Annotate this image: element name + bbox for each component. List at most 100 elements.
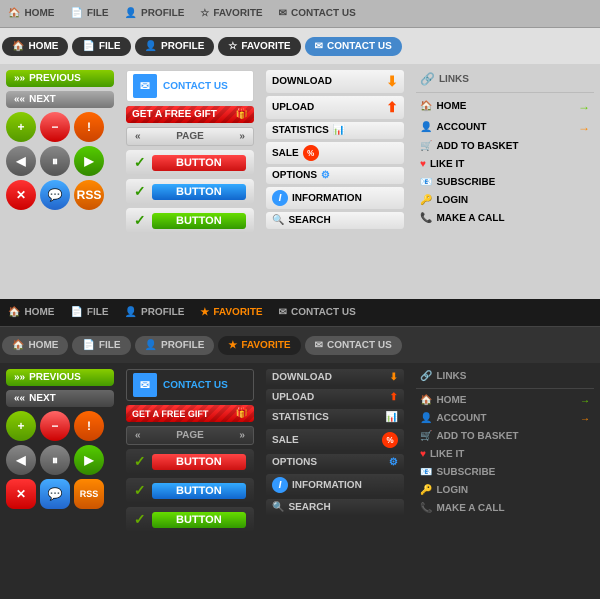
dark-search-row[interactable]: 🔍 SEARCH [266,499,404,516]
dark-next-button[interactable]: «« NEXT [6,390,114,407]
dark-previous-button[interactable]: »» PREVIOUS [6,369,114,386]
arrow-icon: → [578,120,590,134]
chevron-left-icon: « [135,430,141,441]
subscribe-row[interactable]: 📧 SUBSCRIBE [416,175,594,190]
previous-button[interactable]: »» PREVIOUS [6,70,114,87]
dark-button-green[interactable]: ✓ BUTTON [126,507,254,532]
close-button[interactable]: ✕ [6,180,36,210]
dark-close-button[interactable]: ✕ [6,479,36,509]
chat-button[interactable]: 💬 [40,180,70,210]
home-row[interactable]: 🏠 HOME → [416,97,594,115]
contact-us-button-top[interactable]: ✉ CONTACT US [126,70,254,102]
dark-upload-row[interactable]: UPLOAD ⬆ [266,389,404,406]
dark-call-row[interactable]: 📞 MAKE A CALL [416,501,594,516]
pill-profile[interactable]: 👤 PROFILE [135,37,215,56]
arrow-icon: → [580,395,590,406]
options-row[interactable]: OPTIONS ⚙ [266,167,404,184]
pill-contact[interactable]: ✉ CONTACT US [305,37,402,56]
free-gift-button[interactable]: GET A FREE GIFT 🎁 [126,106,254,123]
dark-button-red[interactable]: ✓ BUTTON [126,449,254,474]
dark-separator [416,388,594,389]
call-row[interactable]: 📞 MAKE A CALL [416,211,594,226]
nav1-profile[interactable]: 👤 PROFILE [117,8,193,19]
check-icon: ✓ [134,154,146,171]
minus-button[interactable]: − [40,112,70,142]
play-button[interactable]: ▶ [74,146,104,176]
pill-favorite[interactable]: ☆ FAVORITE [218,37,300,56]
rss-button[interactable]: RSS [74,180,104,210]
gear-icon: ⚙ [389,457,398,468]
button-check-green[interactable]: ✓ BUTTON [126,208,254,233]
dark-play-button[interactable]: ▶ [74,445,104,475]
statistics-row[interactable]: STATISTICS 📊 [266,122,404,139]
dark-contact-button[interactable]: ✉ CONTACT US [126,369,254,401]
dark-info-row[interactable]: i INFORMATION [266,474,404,496]
dark-sale-row[interactable]: SALE % [266,429,404,451]
basket-row[interactable]: 🛒 ADD TO BASKET [416,139,594,154]
button-check-red[interactable]: ✓ BUTTON [126,150,254,175]
nav3-favorite[interactable]: ★ FAVORITE [192,307,270,318]
dark-home-row[interactable]: 🏠 HOME → [416,393,594,408]
pill-home[interactable]: 🏠 HOME [2,37,68,56]
dark-pill-home[interactable]: 🏠 HOME [2,336,68,355]
account-icon: 👤 [420,122,432,133]
nav-bar-4: 🏠 HOME 📄 FILE 👤 PROFILE ★ FAVORITE ✉ CON… [0,327,600,363]
like-row[interactable]: ♥ LIKE IT [416,157,594,172]
dark-account-row[interactable]: 👤 ACCOUNT → [416,411,594,426]
dark-button-blue[interactable]: ✓ BUTTON [126,478,254,503]
nav1-home[interactable]: 🏠 HOME [0,8,62,19]
nav1-contact[interactable]: ✉ CONTACT US [271,8,364,19]
dark-page-nav[interactable]: « PAGE » [126,426,254,445]
dark-back-button[interactable]: ◀ [6,445,36,475]
alert-button[interactable]: ! [74,112,104,142]
dark-login-row[interactable]: 🔑 LOGIN [416,483,594,498]
dark-gift-button[interactable]: GET A FREE GIFT 🎁 [126,405,254,422]
dark-download-row[interactable]: DOWNLOAD ⬇ [266,369,404,386]
information-row[interactable]: i INFORMATION [266,187,404,209]
nav3-file[interactable]: 📄 FILE [62,307,116,318]
add-button[interactable]: + [6,112,36,142]
account-row[interactable]: 👤 ACCOUNT → [416,118,594,136]
dark-chat-button[interactable]: 💬 [40,479,70,509]
pill-file[interactable]: 📄 FILE [72,37,130,56]
dark-basket-row[interactable]: 🛒 ADD TO BASKET [416,429,594,444]
dark-pill-favorite[interactable]: ★ FAVORITE [218,336,300,355]
dark-options-row[interactable]: OPTIONS ⚙ [266,454,404,471]
nav1-file[interactable]: 📄 FILE [62,8,116,19]
dark-right-column: 🔗 LINKS 🏠 HOME → 👤 ACCOUNT → 🛒 ADD TO BA… [410,363,600,599]
dark-like-row[interactable]: ♥ LIKE IT [416,447,594,462]
dark-links-row[interactable]: 🔗 LINKS [416,369,594,384]
links-row[interactable]: 🔗 LINKS [416,70,594,88]
dark-minus-button[interactable]: − [40,411,70,441]
login-row[interactable]: 🔑 LOGIN [416,193,594,208]
dark-rss-button[interactable]: RSS [74,479,104,509]
bottom-section: 🏠 HOME 📄 FILE 👤 PROFILE ★ FAVORITE ✉ CON… [0,299,600,599]
search-icon: 🔍 [272,502,284,513]
nav3-home[interactable]: 🏠 HOME [0,307,62,318]
dark-alert-button[interactable]: ! [74,411,104,441]
page-nav-button[interactable]: « PAGE » [126,127,254,146]
next-button[interactable]: «« NEXT [6,91,114,108]
nav3-contact[interactable]: ✉ CONTACT US [271,307,364,318]
dark-pause-button[interactable]: ⏸ [40,445,70,475]
dark-pill-profile[interactable]: 👤 PROFILE [135,336,215,355]
stats-icon: 📊 [386,412,398,423]
nav1-favorite[interactable]: ☆ FAVORITE [192,8,270,19]
dark-stats-row[interactable]: STATISTICS 📊 [266,409,404,426]
star-icon: ☆ [228,41,237,52]
upload-row[interactable]: UPLOAD ⬆ [266,96,404,119]
pause-button[interactable]: ⏸ [40,146,70,176]
dark-add-button[interactable]: + [6,411,36,441]
heart-icon: ♥ [420,159,426,170]
nav3-profile[interactable]: 👤 PROFILE [117,307,193,318]
back-button[interactable]: ◀ [6,146,36,176]
nav-bar-2: 🏠 HOME 📄 FILE 👤 PROFILE ☆ FAVORITE ✉ CON… [0,28,600,64]
dark-subscribe-row[interactable]: 📧 SUBSCRIBE [416,465,594,480]
button-check-blue[interactable]: ✓ BUTTON [126,179,254,204]
download-row[interactable]: DOWNLOAD ⬇ [266,70,404,93]
search-icon: 🔍 [272,215,284,226]
search-row[interactable]: 🔍 SEARCH [266,212,404,229]
dark-pill-contact[interactable]: ✉ CONTACT US [305,336,402,355]
sale-row[interactable]: SALE % [266,142,404,164]
dark-pill-file[interactable]: 📄 FILE [72,336,130,355]
